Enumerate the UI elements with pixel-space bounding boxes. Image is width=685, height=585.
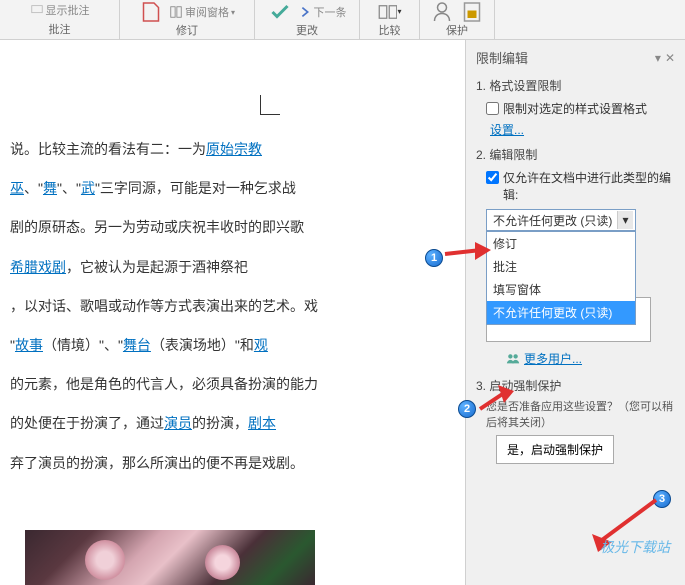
enforce-protection-button[interactable]: 是，启动强制保护 (496, 435, 614, 464)
show-comments-button[interactable]: 显示批注 (30, 2, 90, 18)
restrict-editing-pane: 限制编辑 ▾ ✕ 1. 格式设置限制 限制对选定的样式设置格式 设置... 2.… (465, 40, 685, 585)
dropdown-option-readonly[interactable]: 不允许任何更改 (只读) (487, 301, 635, 324)
ribbon-group-compare: 比较 (379, 22, 401, 40)
link-view[interactable]: 观 (254, 337, 268, 353)
ribbon-group-tracking: 修订 (176, 22, 198, 40)
document-area[interactable]: 说。比较主流的看法有二：一为原始宗教 巫、"舞"、"武"三字同源，可能是对一种乞… (0, 40, 465, 585)
ribbon: 显示批注 批注 审阅窗格 ▾ 修订 下一条 更改 ▾ 比较 (0, 0, 685, 40)
section-3-title: 3. 启动强制保护 (476, 377, 675, 394)
reviewing-pane-button[interactable]: 审阅窗格 ▾ (169, 2, 235, 22)
pane-title: 限制编辑 (476, 48, 528, 67)
link-wu[interactable]: 巫 (10, 180, 24, 196)
pane-dropdown-icon[interactable]: ▾ (655, 51, 661, 65)
link-script[interactable]: 剧本 (248, 415, 276, 431)
accept-icon[interactable] (268, 2, 292, 22)
link-story[interactable]: 故事 (15, 337, 43, 353)
restrict-formatting-checkbox[interactable] (486, 102, 499, 115)
compare-icon[interactable]: ▾ (378, 2, 402, 22)
link-dance[interactable]: 舞 (43, 180, 57, 196)
link-martial[interactable]: 武 (81, 180, 95, 196)
link-greek-drama[interactable]: 希腊戏剧 (10, 259, 66, 275)
ribbon-group-changes: 更改 (296, 22, 318, 40)
ribbon-group-protect: 保护 (446, 22, 468, 40)
chevron-down-icon[interactable]: ▾ (617, 211, 633, 229)
settings-link[interactable]: 设置... (490, 121, 675, 138)
section-1-title: 1. 格式设置限制 (476, 77, 675, 94)
allow-only-label: 仅允许在文档中进行此类型的编辑: (503, 169, 675, 203)
block-authors-icon[interactable] (430, 2, 454, 22)
pane-close-icon[interactable]: ✕ (665, 51, 675, 65)
flower-image (25, 530, 315, 585)
users-icon (506, 352, 520, 366)
restrict-editing-icon[interactable] (460, 2, 484, 22)
editing-type-dropdown-list: 修订 批注 填写窗体 不允许任何更改 (只读) (486, 231, 636, 325)
enforce-desc: 您是否准备应用这些设置？（您可以稍后将其关闭） (486, 400, 675, 431)
annotation-badge-2: 2 (458, 400, 476, 418)
editing-type-dropdown[interactable]: 不允许任何更改 (只读) ▾ (486, 209, 636, 231)
allow-only-checkbox[interactable] (486, 171, 499, 184)
link-religion[interactable]: 原始宗教 (206, 141, 262, 157)
link-actor[interactable]: 演员 (164, 415, 192, 431)
dropdown-option-comments[interactable]: 批注 (487, 255, 635, 278)
annotation-badge-3: 3 (653, 490, 671, 508)
page-corner-mark (260, 95, 280, 115)
dropdown-option-forms[interactable]: 填写窗体 (487, 278, 635, 301)
link-stage[interactable]: 舞台 (123, 337, 151, 353)
dropdown-option-revisions[interactable]: 修订 (487, 232, 635, 255)
ribbon-group-comments: 批注 (49, 21, 71, 39)
annotation-badge-1: 1 (425, 249, 443, 267)
next-button[interactable]: 下一条 (298, 2, 347, 22)
more-users-link[interactable]: 更多用户... (506, 350, 675, 367)
section-2-title: 2. 编辑限制 (476, 146, 675, 163)
tracking-icon[interactable] (139, 2, 163, 22)
document-text: 说。比较主流的看法有二：一为原始宗教 巫、"舞"、"武"三字同源，可能是对一种乞… (10, 130, 445, 483)
restrict-formatting-label: 限制对选定的样式设置格式 (503, 100, 647, 117)
